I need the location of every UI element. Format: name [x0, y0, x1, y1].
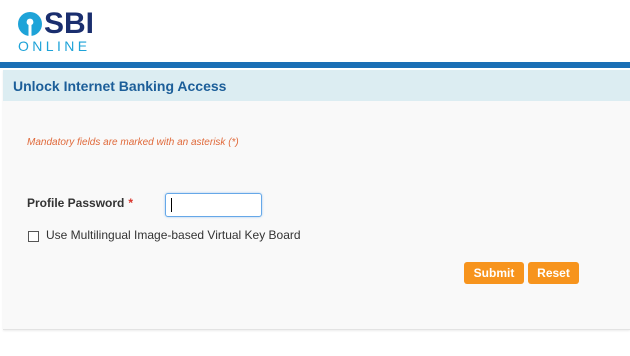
- panel-title-bar: Unlock Internet Banking Access: [3, 70, 630, 101]
- unlock-access-panel: Unlock Internet Banking Access Mandatory…: [3, 70, 630, 330]
- profile-password-input[interactable]: [165, 193, 262, 217]
- logo-wordmark: SBI: [44, 7, 95, 40]
- mandatory-fields-note: Mandatory fields are marked with an aste…: [27, 137, 239, 148]
- text-cursor: [171, 198, 172, 212]
- virtual-keyboard-label[interactable]: Use Multilingual Image-based Virtual Key…: [46, 228, 301, 242]
- site-header: SBI ONLINE: [0, 0, 630, 62]
- sbi-logo-icon: [18, 12, 42, 36]
- submit-button[interactable]: Submit: [464, 262, 524, 284]
- sbi-logo[interactable]: SBI ONLINE: [17, 7, 107, 55]
- page-title: Unlock Internet Banking Access: [13, 78, 227, 94]
- virtual-keyboard-checkbox[interactable]: [28, 231, 39, 242]
- profile-password-label: Profile Password *: [27, 196, 133, 210]
- logo-subtext: ONLINE: [18, 38, 91, 54]
- header-divider-bar: [0, 62, 630, 68]
- profile-password-label-text: Profile Password: [27, 196, 125, 210]
- required-asterisk: *: [128, 196, 134, 210]
- reset-button[interactable]: Reset: [528, 262, 579, 284]
